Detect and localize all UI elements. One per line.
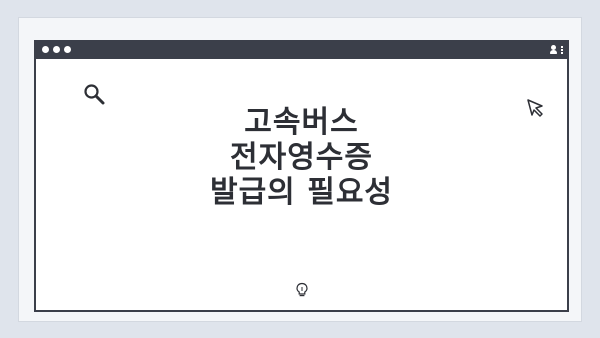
window-dot-minimize[interactable] <box>53 46 60 53</box>
lightbulb-icon <box>296 282 308 297</box>
kebab-menu-icon[interactable] <box>561 45 563 54</box>
title-line: 발급의 필요성 <box>209 175 394 210</box>
window-dot-close[interactable] <box>42 46 49 53</box>
browser-window: 고속버스 전자영수증 발급의 필요성 <box>34 40 569 312</box>
window-titlebar <box>36 42 567 59</box>
window-control-dots <box>42 46 71 53</box>
title-line: 전자영수증 <box>230 140 373 175</box>
titlebar-actions <box>549 44 563 55</box>
title-line: 고속버스 <box>244 105 359 140</box>
window-dot-maximize[interactable] <box>64 46 71 53</box>
search-icon <box>84 84 105 105</box>
page-title: 고속버스 전자영수증 발급의 필요성 <box>36 105 567 210</box>
user-icon[interactable] <box>549 44 558 55</box>
